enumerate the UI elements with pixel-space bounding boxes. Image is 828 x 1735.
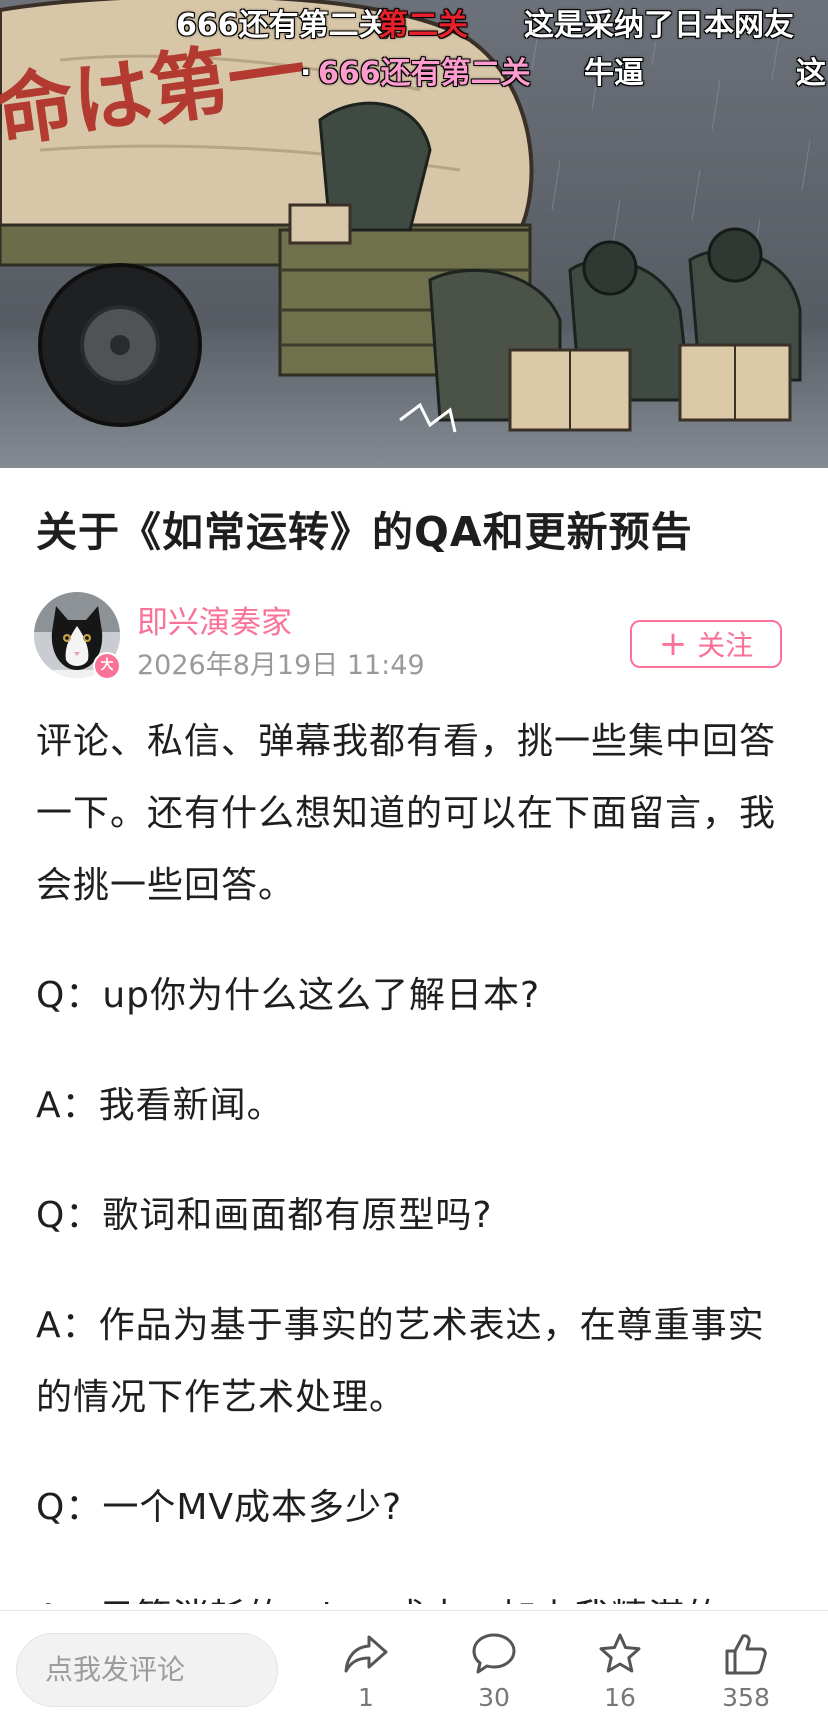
- danmaku-comment: 这: [796, 56, 826, 91]
- article-paragraph: A：只算消耗的token成本，加上我精湛的: [36, 1582, 776, 1604]
- comment-button[interactable]: 30: [444, 1631, 544, 1731]
- danmaku-comment: .: [300, 48, 312, 83]
- article-paragraph: A：我看新闻。: [36, 1085, 284, 1126]
- follow-button[interactable]: + 关注: [630, 620, 782, 668]
- post-timestamp: 2026年8月19日 11:49: [137, 650, 425, 681]
- favorite-count: 16: [604, 1683, 636, 1712]
- article-paragraph: Q：一个MV成本多少?: [36, 1487, 403, 1528]
- like-button[interactable]: 358: [696, 1631, 796, 1731]
- share-count: 1: [358, 1683, 374, 1712]
- video-player[interactable]: 命は第一 666还有第二关 第二关 这是采纳了日本网友 . 666还有第二关 牛…: [0, 0, 828, 468]
- article-paragraph: Q：up你为什么这么了解日本?: [36, 975, 541, 1016]
- favorite-button[interactable]: 16: [570, 1631, 670, 1731]
- article-paragraph: 评论、私信、弹幕我都有看，挑一些集中回答一下。还有什么想知道的可以在下面留言，我…: [36, 721, 776, 906]
- author-name[interactable]: 即兴演奏家: [137, 597, 292, 642]
- article-paragraph: A：作品为基于事实的艺术表达，在尊重事实的情况下作艺术处理。: [36, 1305, 765, 1418]
- comment-count: 30: [478, 1683, 510, 1712]
- danmaku-comment: 666还有第二关: [176, 8, 389, 43]
- star-icon: [599, 1633, 641, 1673]
- danmaku-comment: 666还有第二关: [318, 56, 531, 91]
- thumbs-up-icon: [725, 1634, 767, 1675]
- share-icon: [344, 1635, 388, 1673]
- danmaku-comment: 这是采纳了日本网友: [524, 8, 794, 43]
- danmaku-comment: 第二关: [378, 8, 468, 43]
- comment-icon: [472, 1633, 516, 1674]
- vip-badge: 大: [93, 652, 121, 680]
- follow-label: 关注: [697, 629, 754, 662]
- bottom-action-bar: 点我发评论 1 30 16 358: [0, 1610, 828, 1735]
- article-body: 评论、私信、弹幕我都有看，挑一些集中回答一下。还有什么想知道的可以在下面留言，我…: [36, 706, 776, 1604]
- danmaku-comment: 牛逼: [584, 56, 644, 91]
- like-count: 358: [722, 1683, 770, 1712]
- share-button[interactable]: 1: [316, 1631, 416, 1731]
- article-title: 关于《如常运转》的QA和更新预告: [36, 508, 693, 556]
- article-paragraph: Q：歌词和画面都有原型吗?: [36, 1195, 493, 1236]
- comment-input[interactable]: 点我发评论: [16, 1633, 278, 1707]
- plus-icon: +: [658, 624, 688, 664]
